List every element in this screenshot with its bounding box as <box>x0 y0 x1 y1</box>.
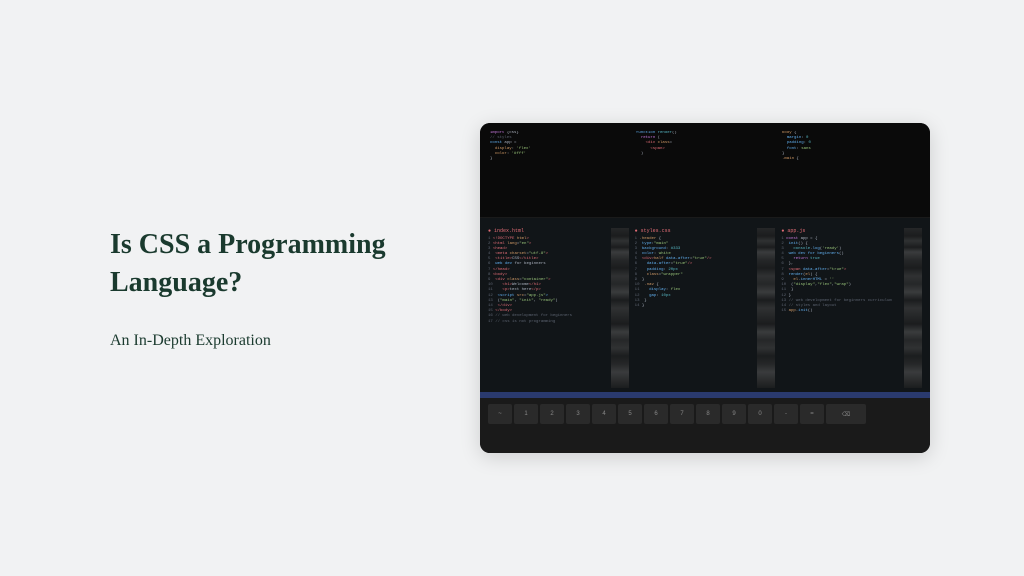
page-subtitle: An In-Depth Exploration <box>110 332 430 350</box>
keyboard: ~ 1 2 3 4 5 6 7 8 9 0 - = ⌫ <box>480 398 930 453</box>
code-column: function render() return ( <div class= <… <box>636 131 774 209</box>
code-column: import {css} // styles const app = displ… <box>490 131 628 209</box>
key: = <box>800 404 824 424</box>
backspace-key: ⌫ <box>826 404 866 424</box>
code-column: ● styles.css 1 .header { 2 type:"main" 3… <box>635 228 752 388</box>
code-column: ● app.js 1 const app = { 2 init() { 3 co… <box>781 228 898 388</box>
taskbar <box>480 392 930 398</box>
key: 2 <box>540 404 564 424</box>
key: 6 <box>644 404 668 424</box>
text-section: Is CSS a Programming Language? An In-Dep… <box>110 226 430 350</box>
code-column: ● index.html 1 <!DOCTYPE html> 2 <html l… <box>488 228 605 388</box>
page-title: Is CSS a Programming Language? <box>110 226 430 302</box>
key: ~ <box>488 404 512 424</box>
key: 0 <box>748 404 772 424</box>
minimap <box>757 228 775 388</box>
top-display: import {css} // styles const app = displ… <box>480 123 930 218</box>
minimap <box>611 228 629 388</box>
code-column: body { margin: 0 padding: 0 font: sans }… <box>782 131 920 209</box>
key: 9 <box>722 404 746 424</box>
key: 8 <box>696 404 720 424</box>
laptop-code-image: import {css} // styles const app = displ… <box>480 123 930 453</box>
bottom-display: ● index.html 1 <!DOCTYPE html> 2 <html l… <box>480 218 930 398</box>
key: 7 <box>670 404 694 424</box>
key: 1 <box>514 404 538 424</box>
key: - <box>774 404 798 424</box>
key: 5 <box>618 404 642 424</box>
key: 4 <box>592 404 616 424</box>
key: 3 <box>566 404 590 424</box>
minimap <box>904 228 922 388</box>
